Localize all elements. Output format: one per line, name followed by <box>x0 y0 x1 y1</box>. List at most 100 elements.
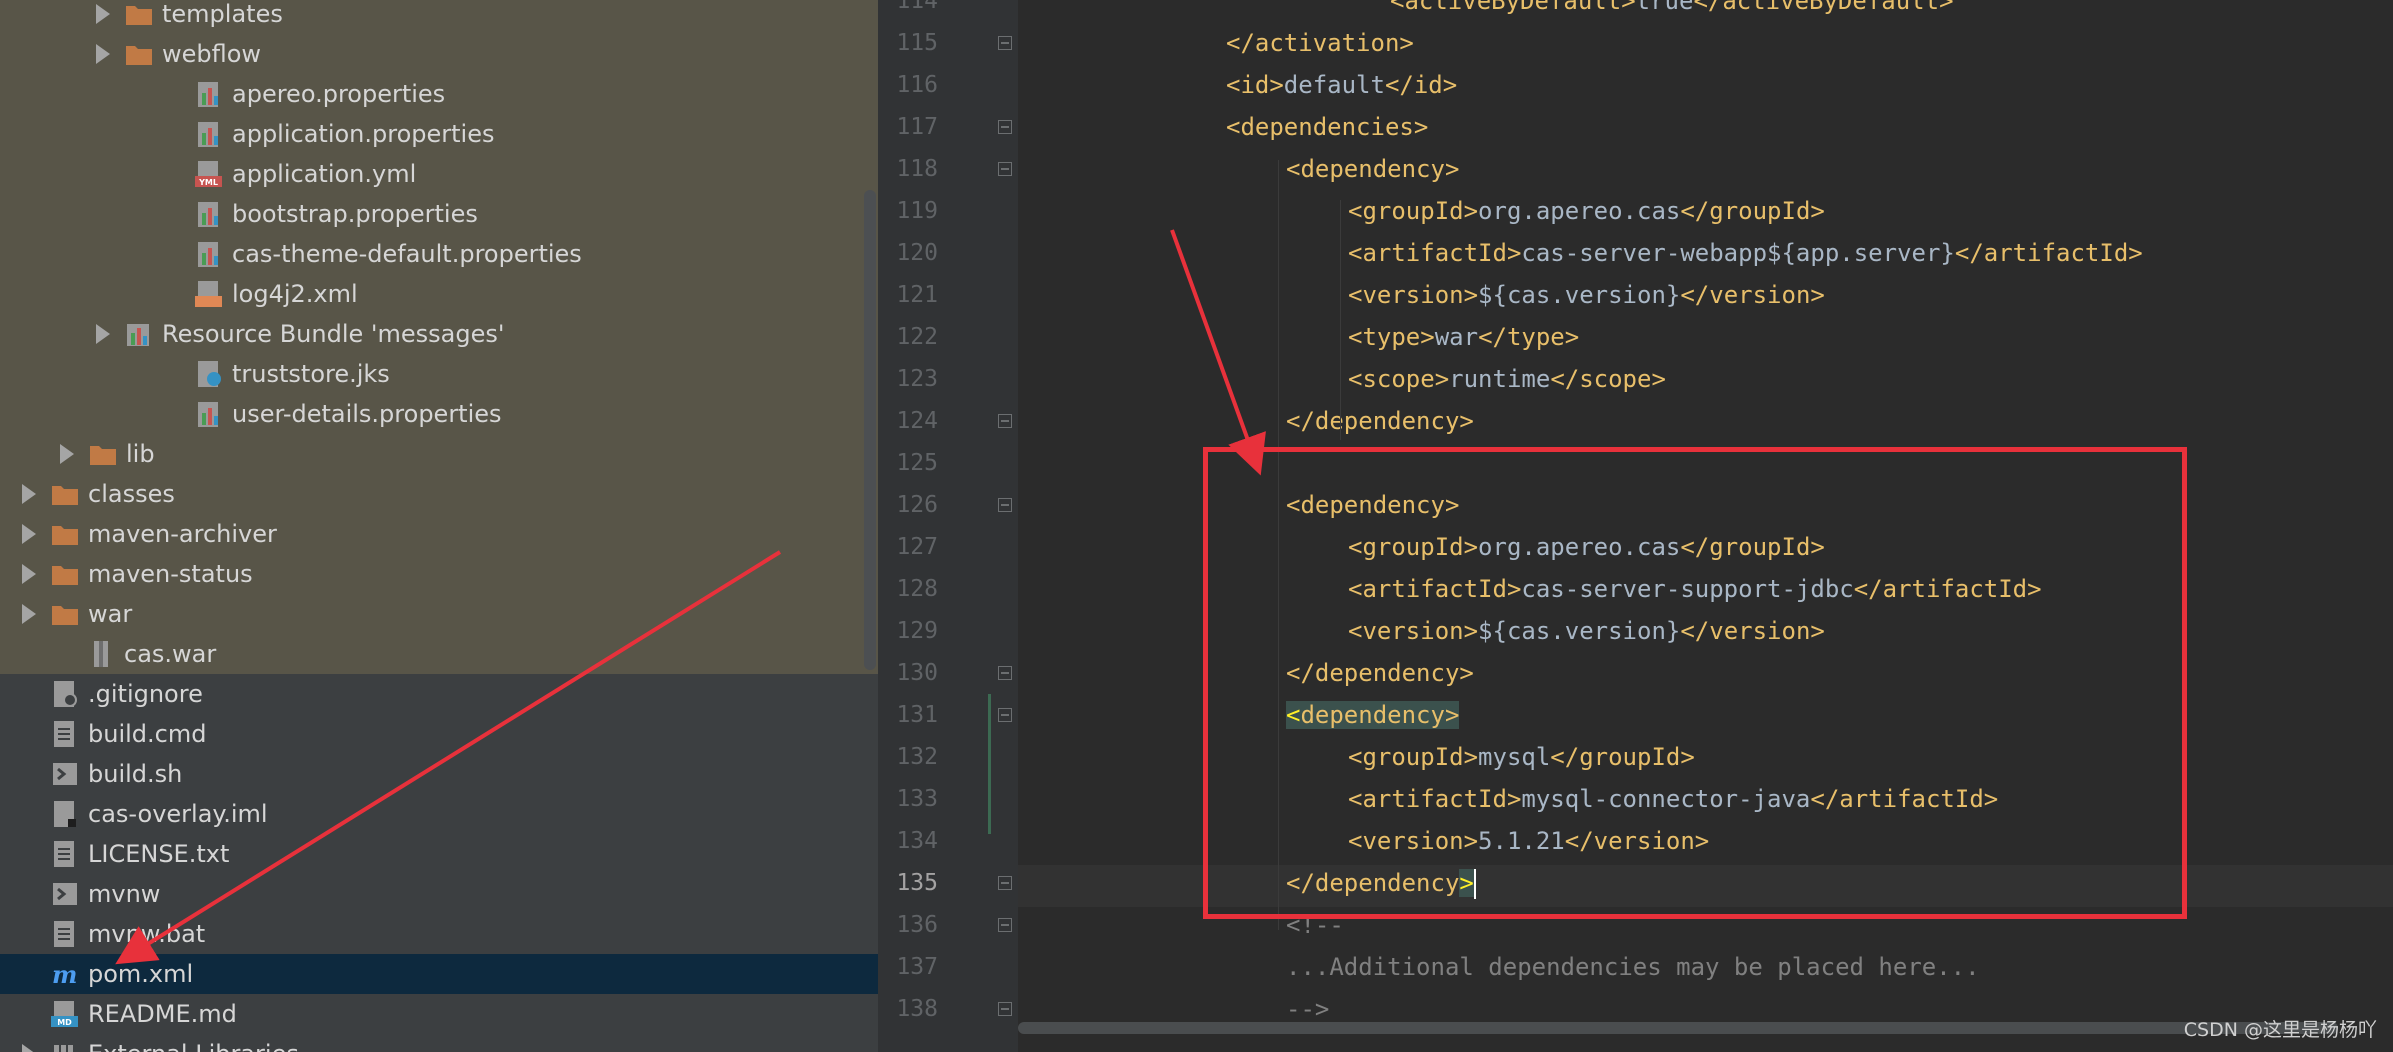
svg-text:m: m <box>52 960 77 989</box>
properties-file-icon <box>194 199 224 229</box>
folder-icon <box>50 479 80 509</box>
expand-arrow-icon[interactable] <box>96 324 110 344</box>
tree-item[interactable]: bootstrap.properties <box>0 194 878 234</box>
line-number: 124 <box>896 408 938 434</box>
fold-marker-icon[interactable] <box>998 498 1012 512</box>
tree-item-label: templates <box>162 0 283 28</box>
tree-item-label: maven-archiver <box>88 520 277 548</box>
expand-arrow-icon[interactable] <box>22 1044 36 1052</box>
tree-item[interactable]: cas-overlay.iml <box>0 794 878 834</box>
tree-item[interactable]: maven-archiver <box>0 514 878 554</box>
line-number: 136 <box>896 912 938 938</box>
scrollbar-thumb[interactable] <box>1018 1022 2338 1034</box>
expand-arrow-icon[interactable] <box>96 44 110 64</box>
tree-item[interactable]: log4j2.xml <box>0 274 878 314</box>
tree-item[interactable]: templates <box>0 0 878 34</box>
tree-item[interactable]: cas.war <box>0 634 878 674</box>
code-line[interactable]: <dependencies> <box>1226 106 1428 148</box>
code-line[interactable]: <activeByDefault>true</activeByDefault> <box>1390 0 1954 22</box>
fold-marker-icon[interactable] <box>998 708 1012 722</box>
expand-arrow-icon[interactable] <box>96 4 110 24</box>
tree-item-label: build.sh <box>88 760 183 788</box>
tree-item-label: war <box>88 600 133 628</box>
svg-text:YML: YML <box>198 178 218 187</box>
tree-item[interactable]: External Libraries <box>0 1034 878 1052</box>
tree-item-label: application.yml <box>232 160 417 188</box>
fold-marker-icon[interactable] <box>998 666 1012 680</box>
fold-marker-icon[interactable] <box>998 120 1012 134</box>
resource-bundle-icon <box>124 319 154 349</box>
properties-file-icon <box>194 399 224 429</box>
code-line[interactable]: <id>default</id> <box>1226 64 1457 106</box>
expand-arrow-icon[interactable] <box>22 524 36 544</box>
expand-arrow-icon[interactable] <box>22 484 36 504</box>
tree-item-label: build.cmd <box>88 720 207 748</box>
tree-item[interactable]: war <box>0 594 878 634</box>
fold-marker-icon[interactable] <box>998 36 1012 50</box>
tree-item[interactable]: build.sh <box>0 754 878 794</box>
shell-script-icon <box>50 759 80 789</box>
code-line[interactable]: </dependency> <box>1286 400 1474 442</box>
line-number: 114 <box>896 0 938 14</box>
tree-item[interactable]: MD README.md <box>0 994 878 1034</box>
code-line[interactable]: <version>${cas.version}</version> <box>1348 274 1825 316</box>
tree-item-label: cas.war <box>124 640 217 668</box>
fold-marker-icon[interactable] <box>998 876 1012 890</box>
expand-arrow-icon[interactable] <box>22 564 36 584</box>
line-number: 121 <box>896 282 938 308</box>
line-number: 125 <box>896 450 938 476</box>
tree-item[interactable]: user-details.properties <box>0 394 878 434</box>
code-line[interactable]: </activation> <box>1226 22 1414 64</box>
tree-item[interactable]: classes <box>0 474 878 514</box>
code-line[interactable]: <artifactId>cas-server-webapp${app.serve… <box>1348 232 2143 274</box>
properties-file-icon <box>194 79 224 109</box>
yml-file-icon: YML <box>194 159 224 189</box>
fold-marker-icon[interactable] <box>998 162 1012 176</box>
tree-item[interactable]: LICENSE.txt <box>0 834 878 874</box>
folder-icon <box>124 39 154 69</box>
tree-item[interactable]: m pom.xml <box>0 954 878 994</box>
tree-item[interactable]: .gitignore <box>0 674 878 714</box>
expand-arrow-icon[interactable] <box>22 604 36 624</box>
tree-item[interactable]: truststore.jks <box>0 354 878 394</box>
fold-marker-icon[interactable] <box>998 1002 1012 1016</box>
tree-item-label: .gitignore <box>88 680 203 708</box>
gitignore-file-icon <box>50 679 80 709</box>
tree-item-label: cas-theme-default.properties <box>232 240 582 268</box>
tree-item[interactable]: mvnw <box>0 874 878 914</box>
line-number: 129 <box>896 618 938 644</box>
tree-item[interactable]: Resource Bundle 'messages' <box>0 314 878 354</box>
text-file-icon <box>50 919 80 949</box>
line-number-gutter: 114 115 116 117 118 119 120 121 122 123 124 125 126 1… <box>878 0 1018 1052</box>
tree-vertical-scrollbar[interactable] <box>864 190 876 670</box>
tree-item[interactable]: maven-status <box>0 554 878 594</box>
text-file-icon <box>50 719 80 749</box>
svg-text:MD: MD <box>57 1018 72 1027</box>
tree-item[interactable]: lib <box>0 434 878 474</box>
fold-marker-icon[interactable] <box>998 414 1012 428</box>
tree-item[interactable]: cas-theme-default.properties <box>0 234 878 274</box>
expand-arrow-icon[interactable] <box>60 444 74 464</box>
code-line[interactable]: ...Additional dependencies may be placed… <box>1286 946 1980 988</box>
tree-item[interactable]: application.properties <box>0 114 878 154</box>
library-icon <box>50 1039 80 1052</box>
code-line[interactable]: <dependency> <box>1286 148 1459 190</box>
tree-item[interactable]: mvnw.bat <box>0 914 878 954</box>
line-number: 137 <box>896 954 938 980</box>
tree-item[interactable]: webflow <box>0 34 878 74</box>
code-line[interactable]: <groupId>org.apereo.cas</groupId> <box>1348 190 1825 232</box>
code-line[interactable]: <type>war</type> <box>1348 316 1579 358</box>
tree-item[interactable]: apereo.properties <box>0 74 878 114</box>
tree-item-label: log4j2.xml <box>232 280 358 308</box>
tree-item[interactable]: build.cmd <box>0 714 878 754</box>
line-number: 138 <box>896 996 938 1022</box>
tree-item[interactable]: YML application.yml <box>0 154 878 194</box>
code-line[interactable]: <scope>runtime</scope> <box>1348 358 1666 400</box>
vcs-change-marker <box>988 694 991 834</box>
folder-icon <box>50 599 80 629</box>
tree-item-label: lib <box>126 440 155 468</box>
tree-item-label: application.properties <box>232 120 495 148</box>
maven-icon: m <box>50 959 80 989</box>
fold-marker-icon[interactable] <box>998 918 1012 932</box>
line-number: 120 <box>896 240 938 266</box>
